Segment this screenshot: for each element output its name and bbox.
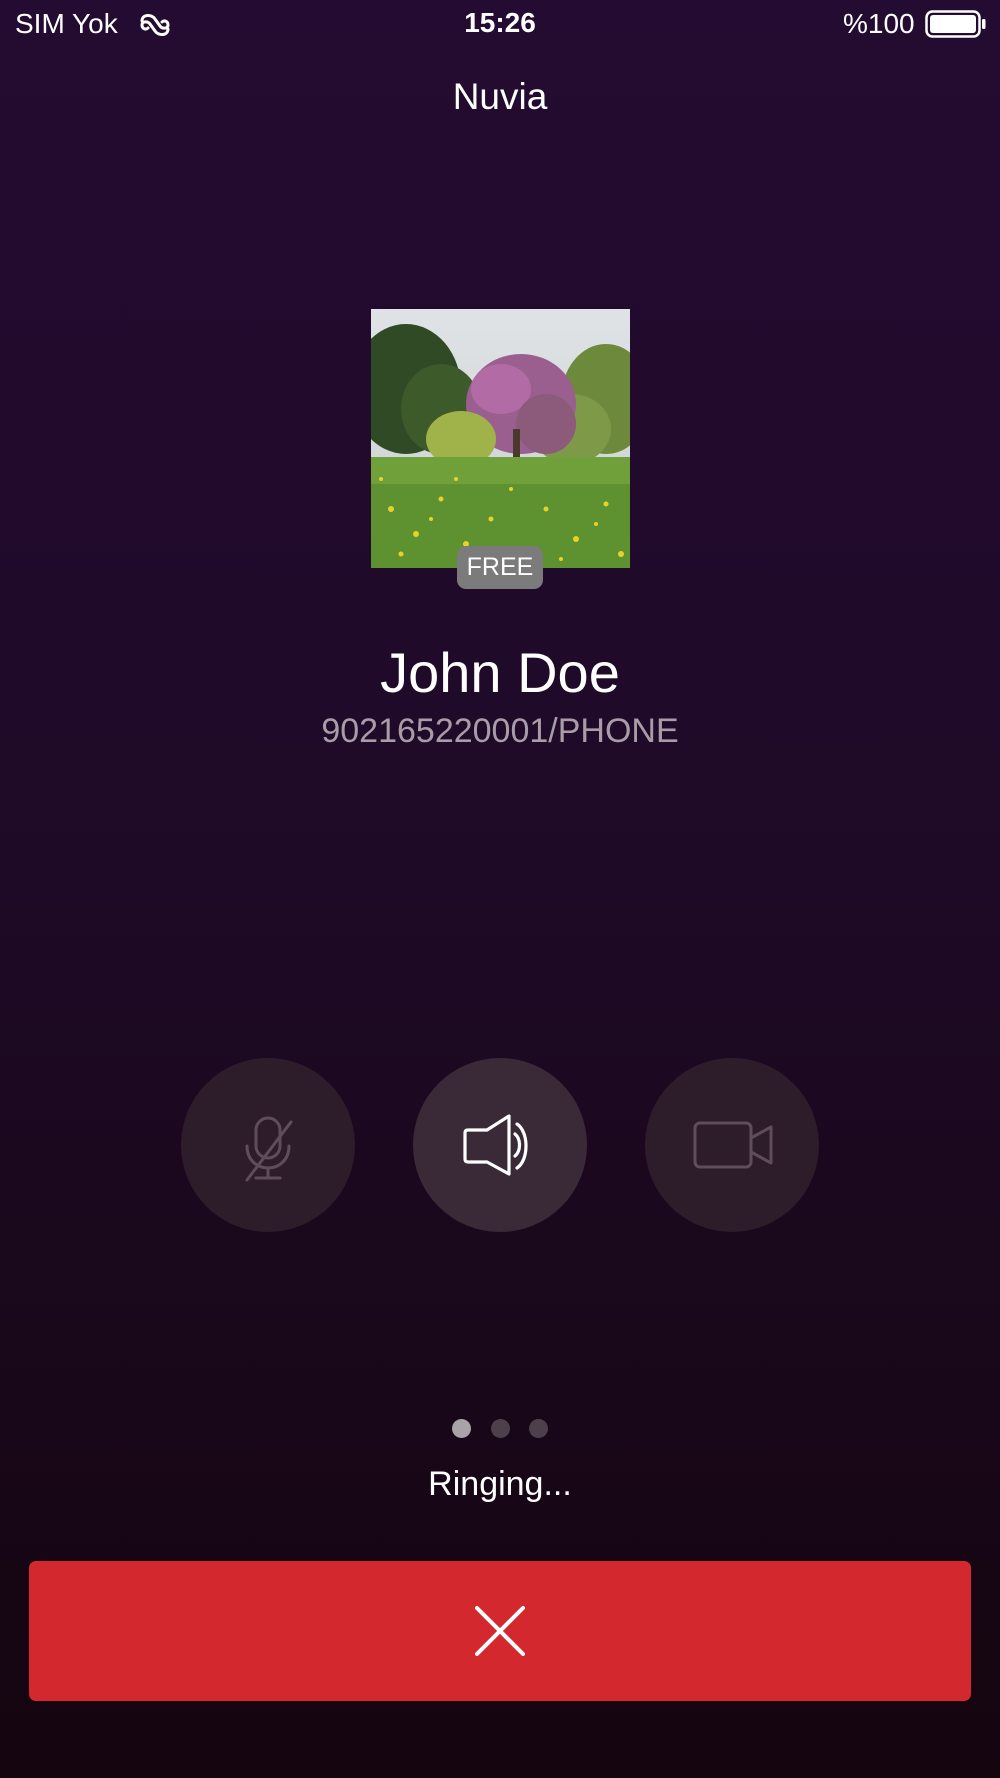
video-button[interactable] — [645, 1058, 819, 1232]
page-dot — [491, 1419, 510, 1438]
close-icon — [475, 1606, 525, 1656]
status-bar: SIM Yok 15:26 %100 — [0, 0, 1000, 50]
app-title: Nuvia — [452, 76, 548, 117]
page-dot — [529, 1419, 548, 1438]
page-dot-active — [452, 1419, 471, 1438]
call-status: Ringing... — [428, 1465, 572, 1503]
free-badge: FREE — [457, 546, 543, 589]
speaker-button[interactable] — [413, 1058, 587, 1232]
video-camera-icon — [693, 1121, 773, 1169]
caller-number: 902165220001/PHONE — [321, 712, 679, 750]
battery-percentage: %100 — [843, 8, 915, 39]
page-indicator — [452, 1419, 548, 1439]
speaker-icon — [463, 1114, 528, 1176]
microphone-muted-icon — [245, 1116, 293, 1182]
caller-name: John Doe — [380, 641, 620, 704]
battery-icon — [925, 10, 986, 38]
caller-avatar — [371, 309, 630, 568]
mute-button[interactable] — [181, 1058, 355, 1232]
end-call-button[interactable] — [29, 1561, 971, 1701]
